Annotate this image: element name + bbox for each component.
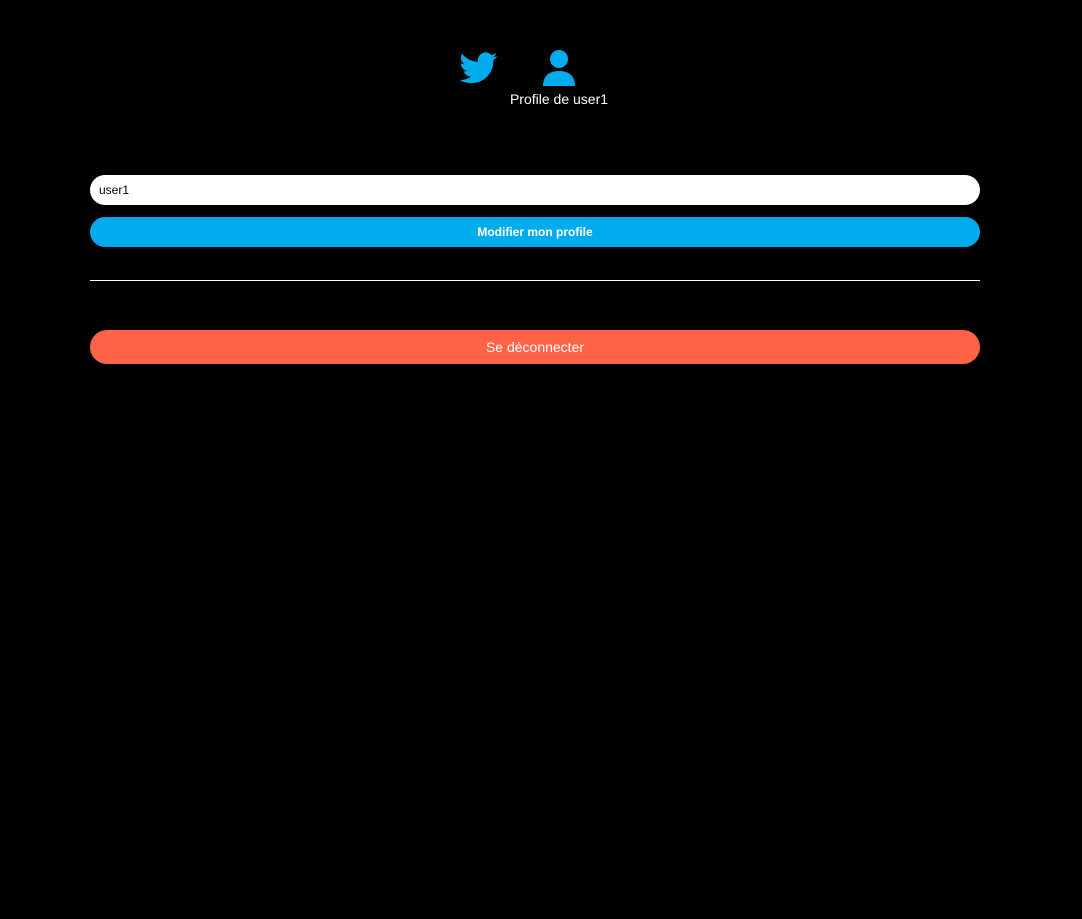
user-icon	[543, 50, 575, 86]
profile-link[interactable]	[543, 50, 575, 86]
logout-button[interactable]: Se déconnecter	[90, 330, 980, 364]
divider	[90, 280, 980, 281]
profile-page: Profile de user1 Modifier mon profile Se…	[0, 0, 1082, 919]
profile-caption: Profile de user1	[509, 91, 609, 107]
profile-form: Modifier mon profile	[90, 175, 980, 247]
username-input[interactable]	[90, 175, 980, 205]
modify-profile-button[interactable]: Modifier mon profile	[90, 217, 980, 247]
twitter-bird-icon	[460, 52, 498, 84]
home-link[interactable]	[460, 52, 498, 84]
top-nav: Profile de user1	[0, 0, 1082, 120]
